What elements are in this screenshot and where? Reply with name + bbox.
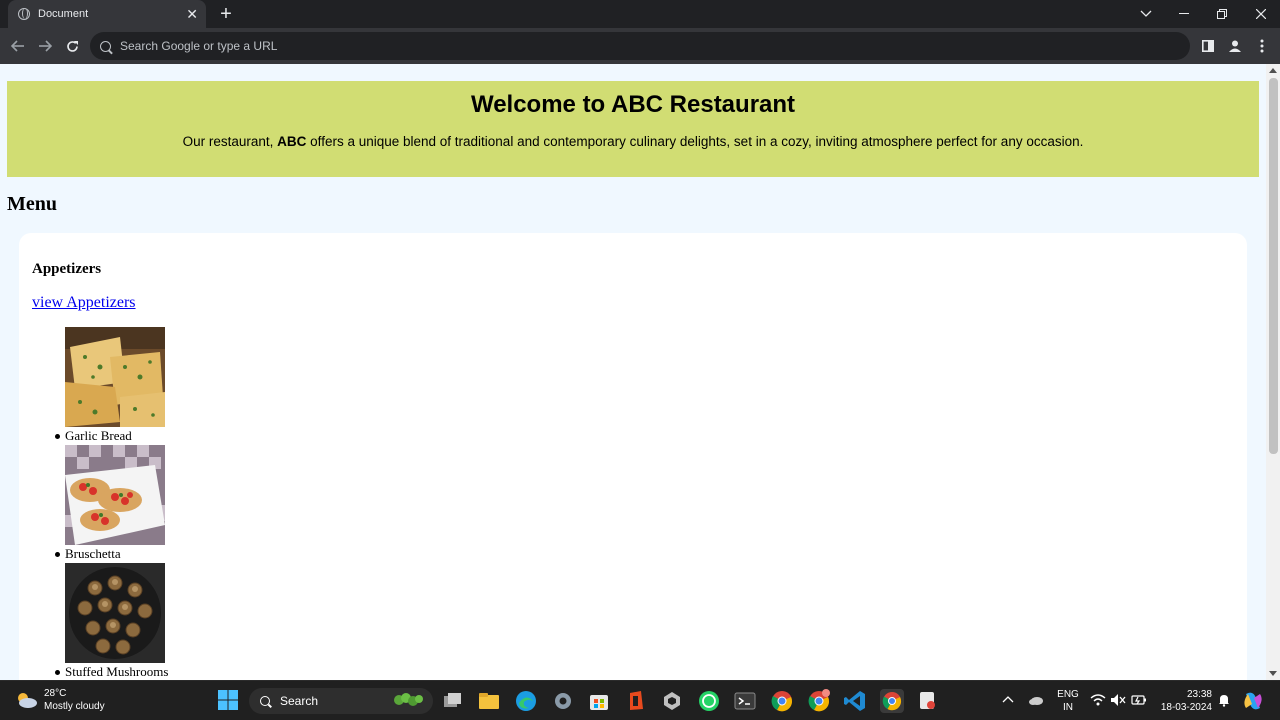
list-item: Bruschetta [54,445,168,563]
windows-taskbar: 28°C Mostly cloudy Search ENG IN 23:38 1… [0,680,1280,720]
new-tab-button[interactable]: + [215,3,237,25]
bruschetta-image [65,445,165,545]
region-code: IN [1063,702,1073,713]
language-indicator[interactable]: ENG IN [1055,688,1081,714]
back-icon[interactable] [7,35,29,57]
cloudy-weather-icon [18,693,37,708]
item-name: Bruschetta [54,545,168,563]
browser-viewport: Welcome to ABC Restaurant Our restaurant… [0,64,1280,680]
page-title: Welcome to ABC Restaurant [470,91,796,118]
view-appetizers-link[interactable]: view Appetizers [32,294,136,312]
language-code: ENG [1057,689,1079,700]
onedrive-icon[interactable] [1028,693,1044,711]
scroll-down-icon[interactable] [1269,671,1277,676]
clock[interactable]: 23:38 18-03-2024 [1156,688,1212,714]
edge-browser-icon[interactable] [514,689,538,713]
clock-date: 18-03-2024 [1160,702,1212,713]
battery-icon[interactable] [1131,693,1147,711]
side-panel-icon[interactable] [1198,36,1218,56]
item-name: Garlic Bread [54,427,168,445]
chrome-active-icon[interactable] [880,689,904,713]
menu-heading: Menu [7,193,57,215]
chrome-icon[interactable] [770,689,794,713]
chrome-profile-icon[interactable] [807,689,831,713]
search-icon [100,40,111,52]
wifi-icon[interactable] [1090,693,1106,711]
search-icon [260,696,270,706]
menu-card: Appetizers view Appetizers Garlic Bread … [19,233,1247,680]
browser-tab[interactable]: Document ✕ [8,0,206,28]
globe-icon [18,8,30,20]
browser-toolbar [0,28,1280,64]
close-window-icon[interactable] [1243,0,1279,28]
forward-icon[interactable] [34,35,56,57]
scroll-up-icon[interactable] [1269,68,1277,73]
tab-close-icon[interactable]: ✕ [186,7,198,21]
weather-widget[interactable]: 28°C Mostly cloudy [14,687,105,713]
weather-temperature: 28°C [44,688,67,699]
microsoft-store-icon[interactable] [587,689,611,713]
hero-banner: Welcome to ABC Restaurant Our restaurant… [7,81,1259,177]
show-hidden-icons[interactable] [1002,694,1014,707]
appetizer-list: Garlic Bread Bruschetta Stuffed Mushroom… [54,327,169,680]
office-icon[interactable] [624,689,648,713]
browser-titlebar: Document ✕ + [0,0,1280,28]
profile-icon[interactable] [1225,36,1245,56]
taskbar-search-label: Search [280,694,319,708]
address-input[interactable] [120,39,1120,53]
restore-icon[interactable] [1204,0,1240,28]
web-page: Welcome to ABC Restaurant Our restaurant… [0,64,1266,680]
reload-icon[interactable] [61,35,83,57]
list-item: Garlic Bread [54,327,168,445]
hero-description: Our restaurant, ABC offers a unique blen… [182,134,1084,149]
terminal-icon[interactable] [733,689,757,713]
tab-title: Document [38,8,89,20]
settings-gear-icon[interactable] [551,689,575,713]
minimize-icon[interactable] [1166,0,1202,28]
item-name: Stuffed Mushrooms [54,664,169,679]
clock-time: 23:38 [1186,689,1212,700]
unity-app-icon[interactable] [660,689,684,713]
restaurant-name: ABC [277,134,307,149]
tab-search-icon[interactable] [1128,0,1164,28]
list-item: Stuffed Mushrooms [54,563,169,680]
garlic-bread-image [65,327,165,427]
notification-icon[interactable] [1217,693,1231,711]
more-options-icon[interactable] [1252,36,1272,56]
address-bar[interactable] [90,32,1190,60]
vertical-scrollbar[interactable] [1266,64,1280,680]
clover-decoration-icon [394,693,423,706]
stuffed-mushrooms-image [65,563,165,663]
copilot-icon[interactable] [1242,690,1264,716]
weather-description: Mostly cloudy [44,701,105,712]
whatsapp-icon[interactable] [697,689,721,713]
file-explorer-icon[interactable] [477,689,501,713]
scrollbar-thumb[interactable] [1269,78,1278,454]
vscode-icon[interactable] [843,689,867,713]
task-view-icon[interactable] [441,689,465,713]
windows-start-icon[interactable] [217,689,241,713]
section-heading: Appetizers [32,261,102,277]
taskbar-search[interactable]: Search [249,688,433,714]
volume-muted-icon[interactable] [1110,693,1126,711]
snipping-tool-icon[interactable] [916,689,940,713]
